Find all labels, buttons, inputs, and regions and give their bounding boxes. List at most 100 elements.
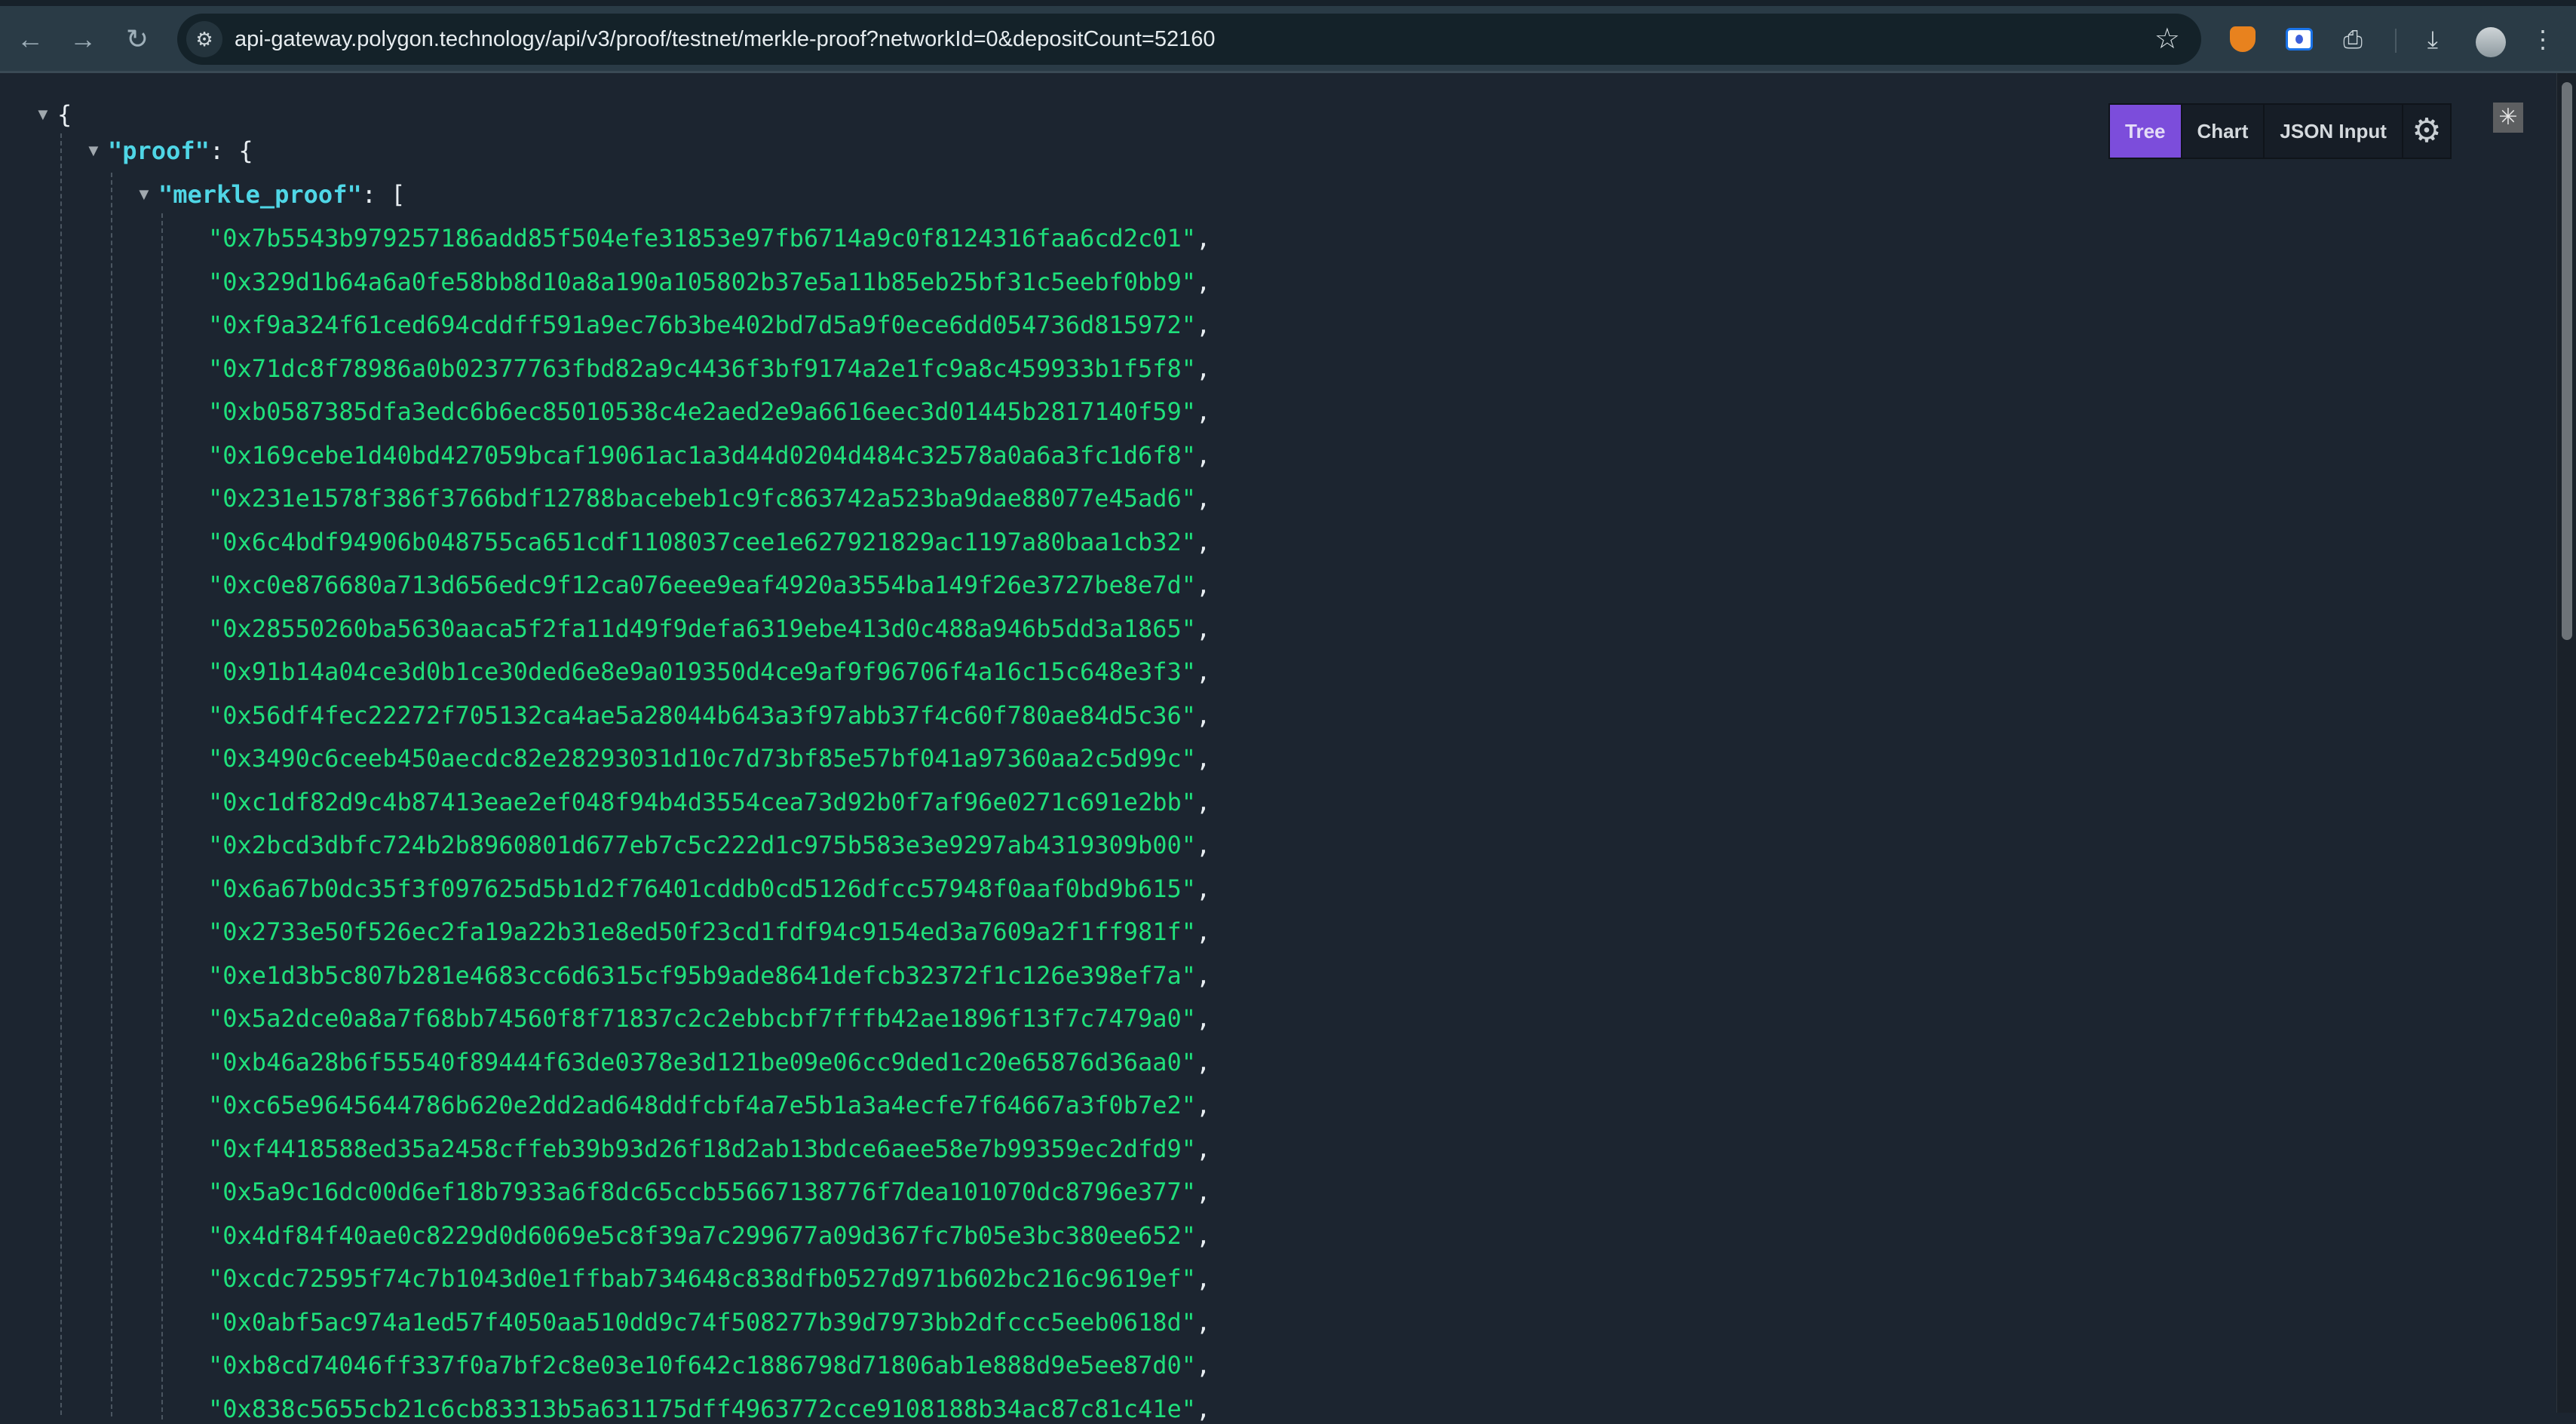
back-icon[interactable]: ← bbox=[14, 23, 47, 56]
metamask-fox-icon[interactable] bbox=[2226, 23, 2259, 56]
comma: , bbox=[1196, 1134, 1211, 1163]
merkle-proof-item: "0x28550260ba5630aaca5f2fa11d49f9defa631… bbox=[208, 614, 1210, 644]
indent-guide bbox=[111, 173, 112, 1416]
download-icon[interactable]: ⤓ bbox=[2416, 23, 2449, 56]
collapse-merkle-toggle[interactable]: ▼ bbox=[136, 179, 152, 210]
proof-key: "proof" bbox=[108, 136, 210, 165]
merkle-proof-item: "0x56df4fec22272f705132ca4ae5a28044b643a… bbox=[208, 700, 1210, 730]
json-viewer: ▼ { ▼ "proof": { ▼ "merkle_proof": [ "0x… bbox=[0, 73, 2556, 1423]
toolbar-divider bbox=[2395, 29, 2397, 53]
comma: , bbox=[1196, 440, 1211, 470]
tab-tree[interactable]: Tree bbox=[2110, 105, 2182, 158]
merkle-proof-open: : [ bbox=[361, 180, 406, 209]
hash-value: "0xb46a28b6f55540f89444f63de0378e3d121be… bbox=[208, 1047, 1197, 1076]
hash-value: "0x4df84f40ae0c8229d0d6069e5c8f39a7c2996… bbox=[208, 1220, 1197, 1250]
hash-value: "0xe1d3b5c807b281e4683cc6d6315cf95b9ade8… bbox=[208, 960, 1197, 990]
merkle-proof-item: "0x5a2dce0a8a7f68bb74560f8f71837c2c2ebbc… bbox=[208, 1003, 1210, 1034]
merkle-proof-item: "0xc65e9645644786b620e2dd2ad648ddfcbf4a7… bbox=[208, 1090, 1210, 1120]
merkle-proof-item: "0x329d1b64a6a0fe58bb8d10a8a190a105802b3… bbox=[208, 267, 1210, 297]
bookmark-star-icon[interactable]: ☆ bbox=[2154, 23, 2180, 56]
indent-guide bbox=[60, 133, 62, 1415]
hash-value: "0x5a2dce0a8a7f68bb74560f8f71837c2c2ebbc… bbox=[208, 1004, 1197, 1033]
forward-icon[interactable]: → bbox=[66, 23, 100, 56]
merkle-proof-item: "0x0abf5ac974a1ed57f4050aa510dd9c74f5082… bbox=[208, 1307, 1210, 1337]
settings-gear-icon[interactable]: ⚙ bbox=[2403, 105, 2450, 158]
viewer-mode-tabs: Tree Chart JSON Input ⚙ bbox=[2108, 103, 2452, 159]
hash-value: "0x231e1578f386f3766bdf12788bacebeb1c9fc… bbox=[208, 484, 1197, 513]
window-top-strip bbox=[0, 0, 2576, 6]
hash-value: "0x0abf5ac974a1ed57f4050aa510dd9c74f5082… bbox=[208, 1307, 1197, 1337]
profile-avatar[interactable] bbox=[2476, 27, 2506, 57]
collapse-proof-toggle[interactable]: ▼ bbox=[85, 136, 102, 166]
hash-value: "0xc1df82d9c4b87413eae2ef048f94b4d3554ce… bbox=[208, 787, 1197, 816]
hash-value: "0x91b14a04ce3d0b1ce30ded6e8e9a019350d4c… bbox=[208, 657, 1197, 686]
hash-value: "0x71dc8f78986a0b02377763fbd82a9c4436f3b… bbox=[208, 354, 1197, 383]
proof-open: : { bbox=[209, 136, 253, 165]
comma: , bbox=[1196, 744, 1211, 773]
reload-icon[interactable]: ↻ bbox=[121, 23, 154, 56]
extension-corner-icon[interactable]: ✳ bbox=[2493, 103, 2523, 133]
url-text[interactable]: api-gateway.polygon.technology/api/v3/pr… bbox=[235, 25, 1215, 54]
comma: , bbox=[1196, 1264, 1211, 1293]
scrollbar-thumb[interactable] bbox=[2562, 82, 2572, 640]
comma: , bbox=[1196, 354, 1211, 383]
hash-value: "0xc65e9645644786b620e2dd2ad648ddfcbf4a7… bbox=[208, 1091, 1197, 1119]
site-info-icon[interactable]: ⚙ bbox=[186, 21, 222, 57]
merkle-proof-item: "0x6c4bdf94906b048755ca651cdf1108037cee1… bbox=[208, 527, 1210, 557]
merkle-proof-item: "0xc0e876680a713d656edc9f12ca076eee9eaf4… bbox=[208, 570, 1210, 600]
comma: , bbox=[1196, 874, 1211, 903]
merkle-proof-item: "0x3490c6ceeb450aecdc82e28293031d10c7d73… bbox=[208, 743, 1210, 773]
hash-value: "0xf9a324f61ced694cddff591a9ec76b3be402b… bbox=[208, 311, 1197, 339]
comma: , bbox=[1196, 1177, 1211, 1206]
comma: , bbox=[1196, 960, 1211, 990]
merkle-proof-item: "0xf4418588ed35a2458cffeb39b93d26f18d2ab… bbox=[208, 1134, 1210, 1164]
comma: , bbox=[1196, 1091, 1211, 1119]
tab-chart[interactable]: Chart bbox=[2182, 105, 2265, 158]
merkle-proof-item: "0x7b5543b979257186add85f504efe31853e97f… bbox=[208, 223, 1210, 253]
comma: , bbox=[1196, 571, 1211, 599]
comma: , bbox=[1196, 831, 1211, 859]
comma: , bbox=[1196, 484, 1211, 513]
hash-value: "0x7b5543b979257186add85f504efe31853e97f… bbox=[208, 224, 1197, 253]
more-menu-icon[interactable]: ⋮ bbox=[2526, 23, 2559, 56]
hash-value: "0xb8cd74046ff337f0a7bf2c8e03e10f642c188… bbox=[208, 1351, 1197, 1380]
hash-value: "0x2733e50f526ec2fa19a22b31e8ed50f23cd1f… bbox=[208, 917, 1197, 946]
comma: , bbox=[1196, 787, 1211, 816]
merkle-proof-item: "0xf9a324f61ced694cddff591a9ec76b3be402b… bbox=[208, 310, 1210, 340]
comma: , bbox=[1196, 657, 1211, 686]
merkle-proof-item: "0x231e1578f386f3766bdf12788bacebeb1c9fc… bbox=[208, 483, 1210, 513]
screen-recorder-icon[interactable] bbox=[2283, 23, 2316, 56]
hash-value: "0xf4418588ed35a2458cffeb39b93d26f18d2ab… bbox=[208, 1134, 1197, 1163]
hash-value: "0x6a67b0dc35f3f097625d5b1d2f76401cddb0c… bbox=[208, 874, 1197, 903]
vertical-scrollbar[interactable] bbox=[2556, 73, 2576, 1413]
comma: , bbox=[1196, 1220, 1211, 1250]
merkle-proof-item: "0xb0587385dfa3edc6b6ec85010538c4e2aed2e… bbox=[208, 397, 1210, 427]
hash-value: "0x28550260ba5630aaca5f2fa11d49f9defa631… bbox=[208, 614, 1197, 643]
comma: , bbox=[1196, 397, 1211, 426]
merkle-proof-item: "0xc1df82d9c4b87413eae2ef048f94b4d3554ce… bbox=[208, 787, 1210, 817]
merkle-proof-item: "0x169cebe1d40bd427059bcaf19061ac1a3d44d… bbox=[208, 440, 1210, 470]
indent-guide bbox=[161, 213, 163, 1419]
address-bar[interactable]: ⚙ api-gateway.polygon.technology/api/v3/… bbox=[177, 14, 2201, 65]
extensions-puzzle-icon[interactable]: ⎙ bbox=[2336, 23, 2369, 56]
hash-value: "0x56df4fec22272f705132ca4ae5a28044b643a… bbox=[208, 700, 1197, 730]
collapse-root-toggle[interactable]: ▼ bbox=[35, 100, 51, 130]
hash-value: "0xb0587385dfa3edc6b6ec85010538c4e2aed2e… bbox=[208, 397, 1197, 426]
comma: , bbox=[1196, 311, 1211, 339]
merkle-proof-item: "0x71dc8f78986a0b02377763fbd82a9c4436f3b… bbox=[208, 354, 1210, 384]
merkle-proof-item: "0x91b14a04ce3d0b1ce30ded6e8e9a019350d4c… bbox=[208, 657, 1210, 687]
comma: , bbox=[1196, 267, 1211, 296]
root-open-brace: { bbox=[57, 100, 72, 129]
comma: , bbox=[1196, 1394, 1211, 1423]
hash-value: "0xcdc72595f74c7b1043d0e1ffbab734648c838… bbox=[208, 1264, 1197, 1293]
hash-value: "0x3490c6ceeb450aecdc82e28293031d10c7d73… bbox=[208, 744, 1197, 773]
comma: , bbox=[1196, 1047, 1211, 1076]
merkle-proof-item: "0xe1d3b5c807b281e4683cc6d6315cf95b9ade8… bbox=[208, 960, 1210, 991]
comma: , bbox=[1196, 1351, 1211, 1380]
comma: , bbox=[1196, 527, 1211, 556]
hash-value: "0x6c4bdf94906b048755ca651cdf1108037cee1… bbox=[208, 527, 1197, 556]
merkle-proof-key: "merkle_proof" bbox=[158, 180, 362, 209]
tab-json-input[interactable]: JSON Input bbox=[2265, 105, 2403, 158]
merkle-proof-item: "0x5a9c16dc00d6ef18b7933a6f8dc65ccb55667… bbox=[208, 1177, 1210, 1207]
hash-value: "0x838c5655cb21c6cb83313b5a631175dff4963… bbox=[208, 1394, 1197, 1423]
